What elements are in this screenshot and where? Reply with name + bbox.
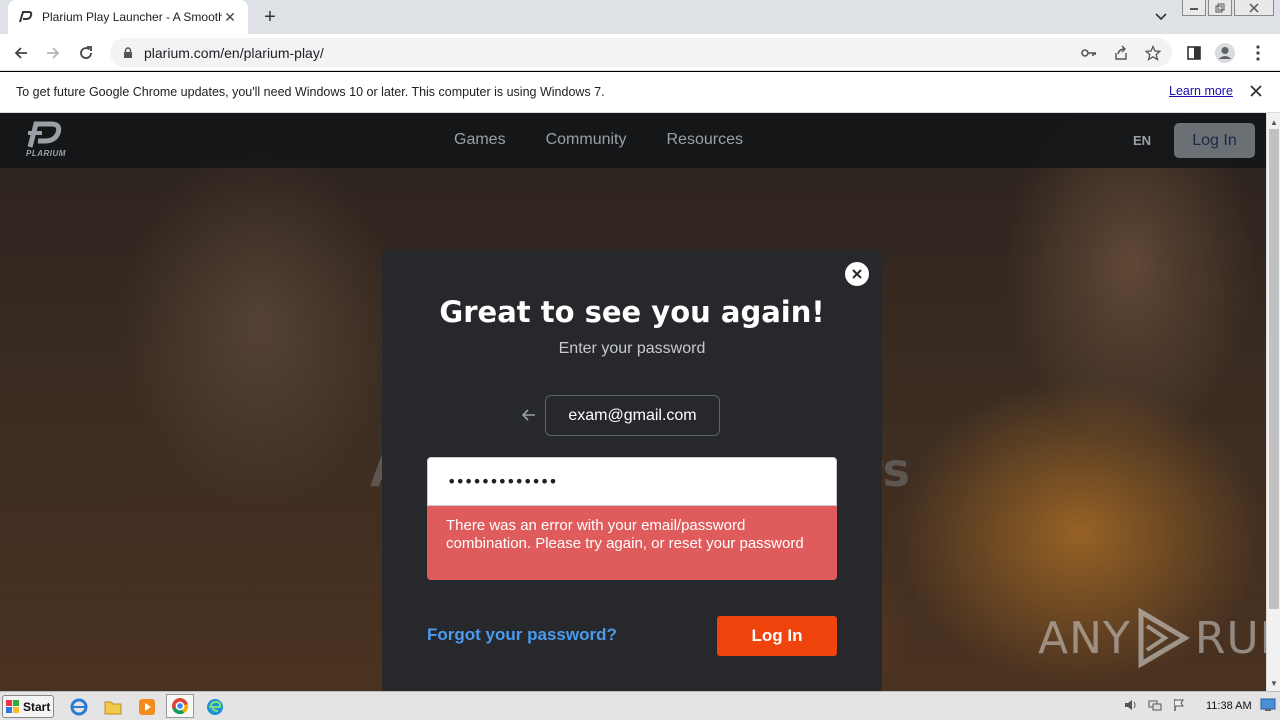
plarium-favicon-icon (18, 9, 34, 25)
play-triangle-icon (1138, 608, 1190, 668)
volume-icon[interactable] (1122, 696, 1140, 714)
page-viewport: A rs PLARIUM Games Community Resources E… (0, 113, 1266, 691)
system-tray (1122, 696, 1188, 714)
window-controls (1182, 0, 1274, 16)
network-icon[interactable] (1146, 696, 1164, 714)
internet-explorer-icon[interactable] (68, 696, 90, 718)
close-window-button[interactable] (1234, 0, 1274, 16)
password-input[interactable] (427, 457, 837, 506)
nav-link-games[interactable]: Games (454, 131, 506, 149)
modal-close-icon[interactable] (845, 262, 869, 286)
share-icon[interactable] (1110, 42, 1132, 64)
browser-toolbar: plarium.com/en/plarium-play/ (0, 34, 1280, 71)
back-arrow-icon[interactable] (520, 406, 538, 424)
browser-menu-icon[interactable] (1245, 40, 1271, 66)
address-bar[interactable]: plarium.com/en/plarium-play/ (110, 38, 1172, 67)
plarium-logo[interactable]: PLARIUM (24, 121, 76, 161)
side-panel-icon[interactable] (1181, 40, 1207, 66)
tab-search-icon[interactable] (1150, 6, 1172, 28)
bookmark-star-icon[interactable] (1142, 42, 1164, 64)
back-icon[interactable] (8, 40, 34, 66)
scroll-down-icon[interactable]: ▼ (1267, 676, 1280, 690)
scrollbar-thumb[interactable] (1269, 129, 1279, 609)
password-key-icon[interactable] (1078, 42, 1100, 64)
infobar-close-icon[interactable] (1248, 83, 1264, 99)
page-scrollbar[interactable]: ▲ ▼ (1266, 113, 1280, 691)
profile-avatar-icon[interactable] (1212, 40, 1238, 66)
minimize-button[interactable] (1182, 0, 1206, 16)
forward-icon[interactable] (40, 40, 66, 66)
edge-icon[interactable] (204, 696, 226, 718)
taskbar-clock[interactable]: 11:38 AM (1206, 700, 1252, 712)
windows-taskbar: Start 11:38 AM (0, 691, 1280, 720)
header-login-button[interactable]: Log In (1174, 123, 1255, 158)
windows-logo-icon (6, 699, 19, 713)
modal-title: Great to see you again! (439, 295, 825, 329)
restore-button[interactable] (1208, 0, 1232, 16)
chrome-taskbar-icon[interactable] (166, 694, 194, 718)
login-modal: Great to see you again! Enter your passw… (382, 250, 882, 691)
browser-tab-strip: Plarium Play Launcher - A Smoother G ✕ + (0, 0, 1280, 34)
forgot-password-link[interactable]: Forgot your password? (427, 625, 617, 645)
watermark-text-right: RUN (1194, 612, 1266, 664)
login-button[interactable]: Log In (717, 616, 837, 656)
language-selector[interactable]: EN (1133, 133, 1151, 148)
anyrun-watermark: ANY RUN (1038, 608, 1266, 668)
site-header: PLARIUM Games Community Resources EN Log… (0, 113, 1266, 168)
modal-subtitle: Enter your password (558, 340, 706, 357)
start-button[interactable]: Start (2, 695, 54, 718)
logo-text: PLARIUM (26, 149, 66, 158)
browser-tab[interactable]: Plarium Play Launcher - A Smoother G ✕ (8, 0, 248, 34)
action-center-flag-icon[interactable] (1170, 696, 1188, 714)
tab-title: Plarium Play Launcher - A Smoother G (42, 10, 222, 24)
lock-icon[interactable] (120, 45, 136, 61)
email-pill[interactable]: exam@gmail.com (545, 395, 720, 436)
new-tab-button[interactable]: + (258, 4, 282, 30)
nav-link-community[interactable]: Community (546, 131, 627, 149)
learn-more-link[interactable]: Learn more (1169, 84, 1233, 98)
scroll-up-icon[interactable]: ▲ (1267, 115, 1280, 129)
infobar-message: To get future Google Chrome updates, you… (16, 85, 605, 99)
media-player-icon[interactable] (136, 696, 158, 718)
url-text: plarium.com/en/plarium-play/ (144, 44, 324, 61)
update-infobar: To get future Google Chrome updates, you… (0, 72, 1280, 113)
nav-link-resources[interactable]: Resources (666, 131, 742, 149)
tab-close-icon[interactable]: ✕ (222, 9, 238, 25)
show-desktop-icon[interactable] (1260, 698, 1276, 714)
start-label: Start (23, 699, 51, 714)
watermark-text-left: ANY (1038, 612, 1131, 664)
site-nav-links: Games Community Resources (454, 131, 743, 149)
file-explorer-icon[interactable] (102, 696, 124, 718)
reload-icon[interactable] (73, 40, 99, 66)
login-error-message: There was an error with your email/passw… (427, 506, 837, 580)
